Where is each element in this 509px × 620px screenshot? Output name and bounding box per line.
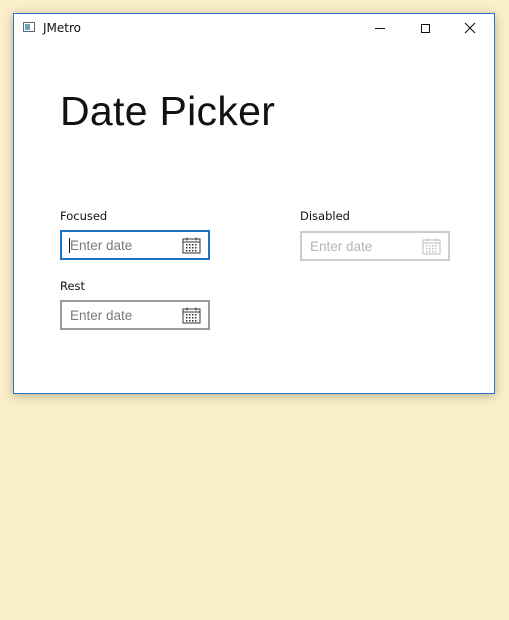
maximize-icon — [420, 23, 430, 33]
disabled-date-picker — [300, 231, 450, 261]
rest-calendar-button[interactable] — [181, 306, 201, 324]
rest-date-picker[interactable] — [60, 300, 210, 330]
close-button[interactable] — [448, 14, 492, 42]
disabled-date-input — [310, 237, 414, 255]
window-title: JMetro — [43, 21, 81, 35]
calendar-icon — [182, 237, 200, 253]
disabled-label: Disabled — [300, 209, 350, 223]
focused-date-input[interactable] — [70, 236, 174, 254]
close-icon — [464, 22, 476, 34]
minimize-button[interactable] — [358, 14, 402, 42]
maximize-button[interactable] — [403, 14, 447, 42]
calendar-icon — [422, 238, 440, 254]
focused-calendar-button[interactable] — [181, 236, 201, 254]
focused-label: Focused — [60, 209, 108, 223]
app-window-icon — [23, 22, 35, 32]
title-bar[interactable]: JMetro — [14, 14, 494, 42]
rest-label: Rest — [60, 279, 86, 293]
disabled-calendar-button — [421, 237, 441, 255]
text-caret — [69, 238, 70, 253]
focused-date-picker[interactable] — [60, 230, 210, 260]
minimize-icon — [375, 27, 385, 29]
calendar-icon — [182, 307, 200, 323]
page-title: Date Picker — [60, 88, 276, 134]
app-window: JMetro Date Picker Focused Enter date Di… — [13, 13, 495, 394]
rest-date-input[interactable] — [70, 306, 174, 324]
